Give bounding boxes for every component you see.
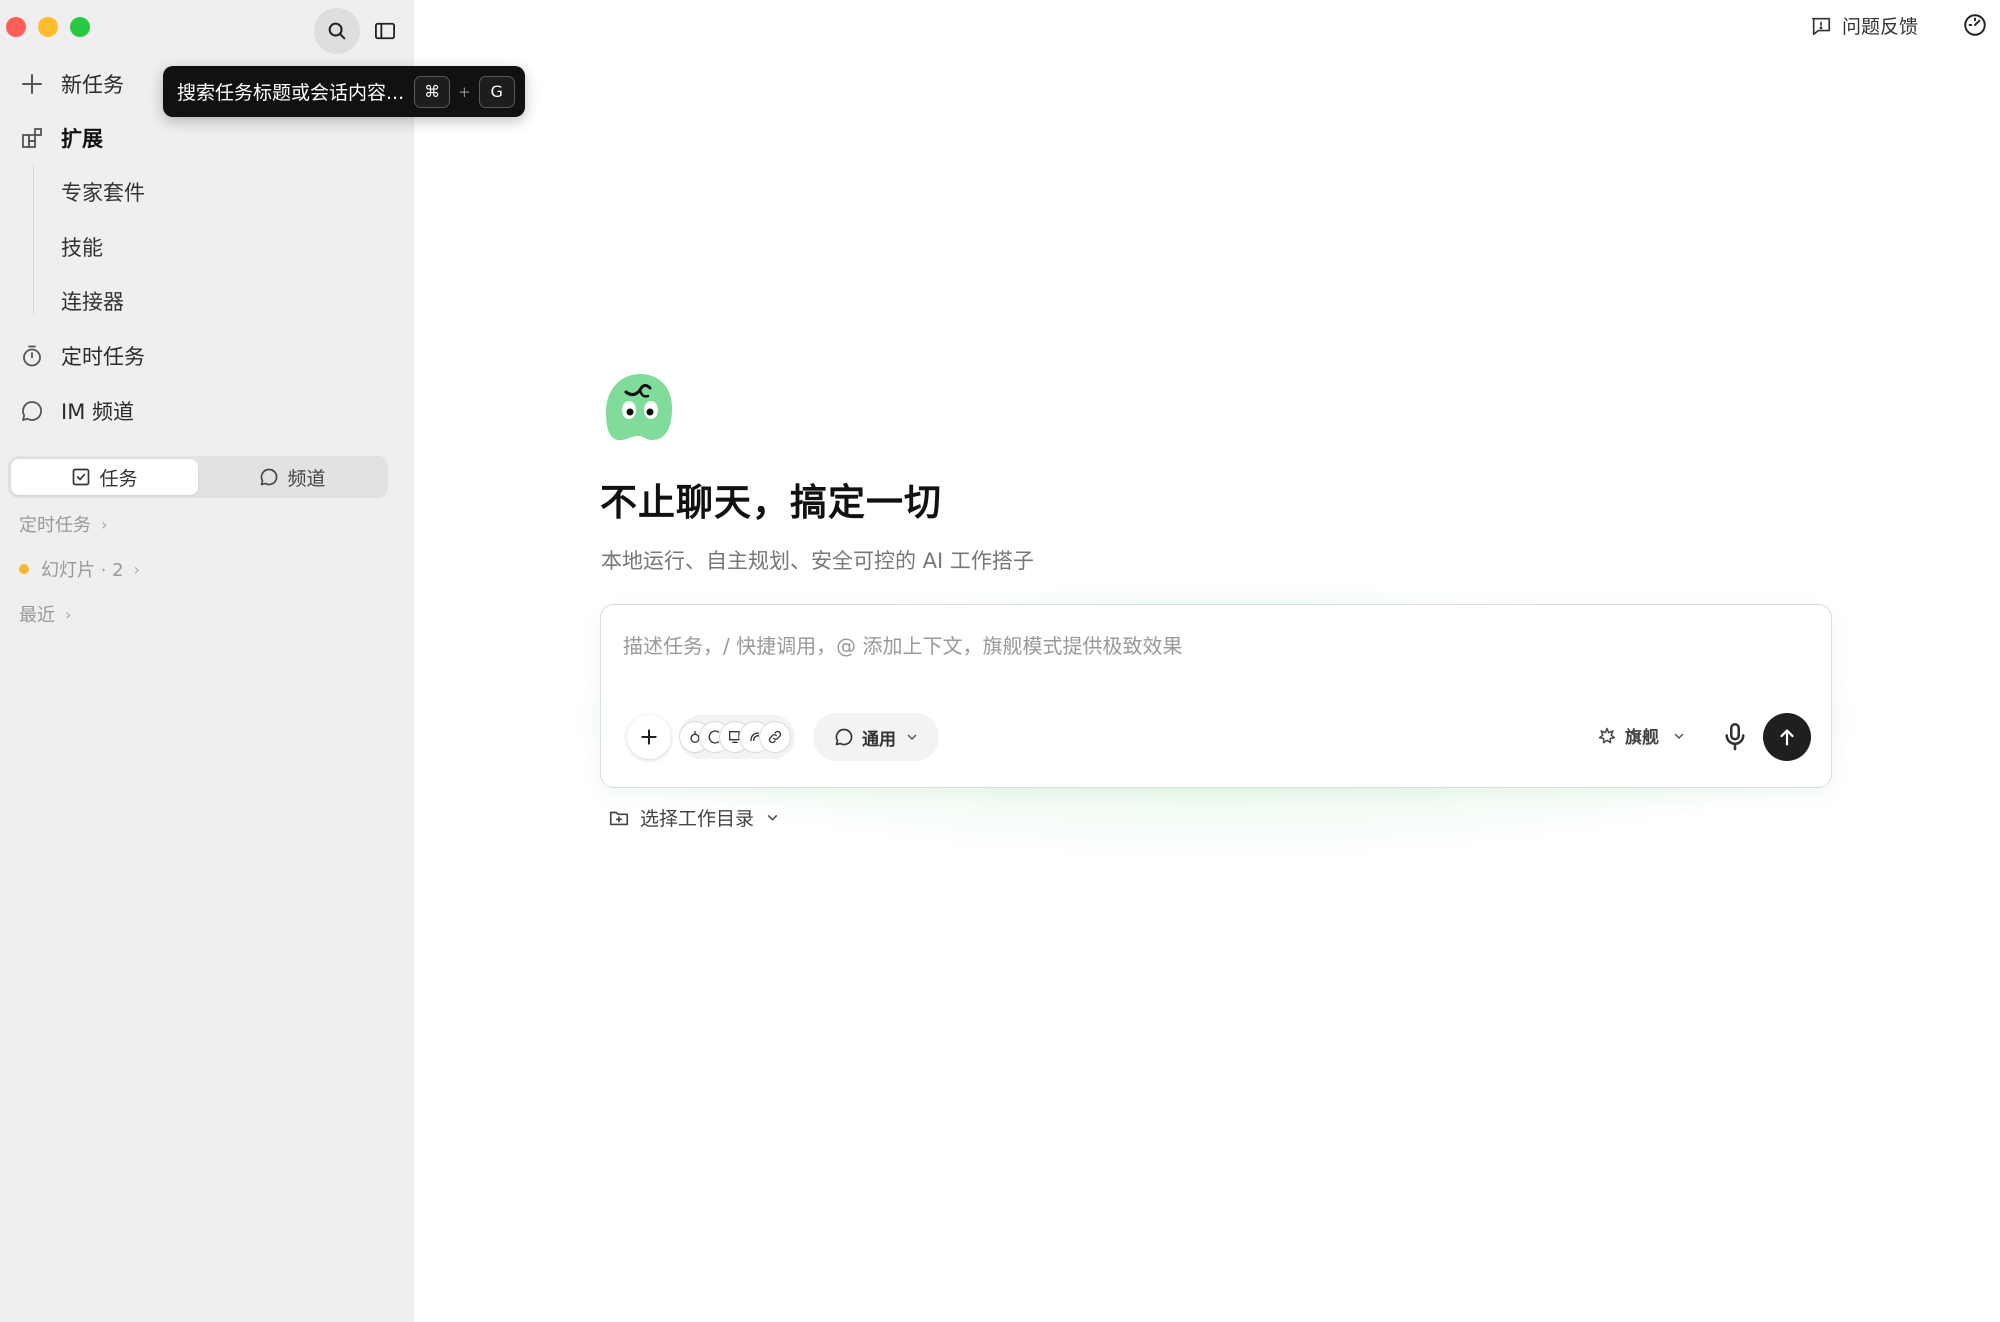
chevron-down-icon	[907, 734, 917, 741]
chat-bubble-icon	[261, 468, 278, 486]
composer: 通用 旗舰	[600, 604, 1832, 788]
workdir-label: 选择工作目录	[640, 808, 755, 830]
section-recent-link[interactable]: 最近 ›	[19, 601, 71, 627]
tab-channels[interactable]: 频道	[200, 459, 385, 495]
extensions-grid-icon	[22, 128, 42, 148]
sidebar-item-connectors[interactable]: 连接器	[61, 281, 124, 321]
model-selector[interactable]: 旗舰	[1597, 723, 1685, 748]
tool-stack[interactable]	[679, 715, 795, 759]
mode-selector[interactable]: 通用	[813, 713, 939, 761]
model-spark-icon	[1598, 727, 1616, 743]
folder-plus-icon	[609, 811, 629, 825]
kbd-g: G	[478, 75, 515, 108]
task-input[interactable]	[621, 633, 1811, 659]
window-minimize-button[interactable]	[38, 17, 58, 37]
section-scheduled-label: 定时任务	[19, 515, 91, 536]
scheduled-label: 定时任务	[61, 345, 145, 369]
gauge-icon	[1964, 14, 1986, 36]
chevron-right-icon: ›	[65, 604, 72, 624]
tab-tasks[interactable]: 任务	[11, 459, 198, 495]
tab-channels-label: 频道	[287, 467, 326, 490]
add-attachment-button[interactable]	[627, 715, 671, 759]
sidebar-item-skills[interactable]: 技能	[61, 227, 103, 267]
section-recent-label: 最近	[19, 605, 55, 626]
chevron-down-icon	[767, 815, 778, 821]
window-close-button[interactable]	[6, 17, 26, 37]
search-tooltip: 搜索任务标题或会话内容... ⌘ + G	[163, 66, 525, 117]
sidebar-item-scheduled[interactable]: 定时任务	[18, 336, 145, 376]
usage-button[interactable]	[1962, 12, 1988, 38]
window-zoom-button[interactable]	[70, 17, 90, 37]
page-title: 不止聊天，搞定一切	[600, 481, 942, 524]
new-task-button[interactable]: 新任务	[18, 64, 124, 104]
tooltip-text: 搜索任务标题或会话内容...	[177, 82, 405, 104]
mascot-logo	[604, 368, 676, 444]
plus-icon	[22, 74, 42, 94]
tool-icon-5	[759, 721, 791, 753]
section-scheduled-link[interactable]: 定时任务 ›	[19, 511, 107, 537]
feedback-button[interactable]: 问题反馈	[1810, 12, 1918, 39]
section-slides-link[interactable]: 幻灯片 · 2 ›	[19, 556, 140, 582]
arrow-up-icon	[1780, 729, 1794, 746]
plus-icon	[641, 729, 657, 745]
extensions-label: 扩展	[61, 127, 103, 151]
feedback-icon	[1811, 17, 1831, 35]
im-channel-label: IM 频道	[61, 400, 134, 424]
status-dot	[19, 564, 29, 574]
link-icon	[768, 730, 782, 744]
sidebar-panel-icon	[375, 22, 395, 40]
skills-label: 技能	[61, 236, 103, 260]
sidebar: 新任务 扩展 专家套件 技能 连接器 定时任务 IM 频道 任务 频道 定时任务…	[0, 0, 414, 1322]
chevron-right-icon: ›	[133, 559, 141, 579]
search-icon	[328, 22, 346, 40]
toggle-sidebar-button[interactable]	[364, 12, 406, 50]
mode-label: 通用	[862, 729, 896, 750]
section-slides-label: 幻灯片 · 2	[41, 560, 124, 581]
new-task-label: 新任务	[61, 73, 124, 97]
page-subtitle: 本地运行、自主规划、安全可控的 AI 工作搭子	[601, 549, 1034, 573]
expert-suite-label: 专家套件	[61, 181, 145, 205]
kbd-plus: +	[458, 82, 471, 101]
chat-bubble-icon	[22, 401, 42, 421]
search-button[interactable]	[314, 8, 360, 54]
checkbox-icon	[73, 468, 90, 486]
kbd-command: ⌘	[414, 75, 451, 108]
sidebar-item-extensions[interactable]: 扩展	[18, 118, 103, 158]
voice-input-button[interactable]	[1717, 719, 1753, 755]
workdir-selector[interactable]: 选择工作目录	[608, 804, 779, 831]
chat-bubble-icon	[835, 728, 853, 746]
chevron-down-icon	[1674, 733, 1684, 739]
sidebar-tabs: 任务 频道	[8, 456, 388, 498]
feedback-label: 问题反馈	[1842, 16, 1919, 38]
chevron-right-icon: ›	[101, 514, 108, 534]
timer-icon	[23, 345, 41, 367]
sidebar-item-im-channel[interactable]: IM 频道	[18, 391, 134, 431]
tab-tasks-label: 任务	[99, 467, 138, 490]
connectors-label: 连接器	[61, 290, 124, 314]
sidebar-item-expert-suite[interactable]: 专家套件	[61, 172, 145, 212]
sub-items-divider	[33, 164, 34, 314]
microphone-icon	[1725, 722, 1745, 751]
model-label: 旗舰	[1625, 728, 1659, 748]
send-button[interactable]	[1763, 713, 1811, 761]
